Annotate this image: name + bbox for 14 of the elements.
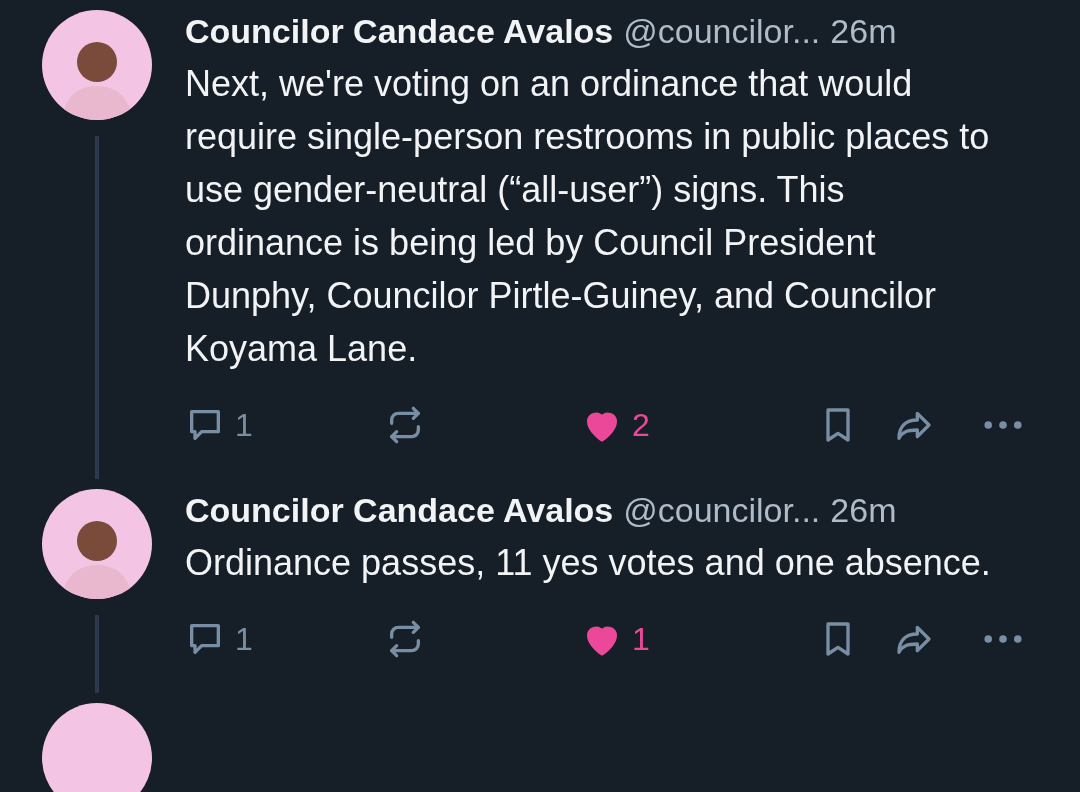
more-icon: [984, 420, 1022, 430]
author-name: Councilor Candace Avalos: [185, 491, 614, 530]
post-text: Next, we're voting on an ordinance that would require single-person restrooms in public places to use gender-neutral (“all-user”) signs. This ordinance is being led by Council President Dunphy, Councilor Pirtle-Guiney, and Councilor Koyama Lane.: [185, 62, 991, 371]
like-button[interactable]: 2: [582, 405, 818, 445]
like-button[interactable]: 1: [582, 619, 818, 659]
author-handle: @councilor...: [623, 491, 821, 530]
reply-button[interactable]: 1: [185, 405, 385, 445]
author-name: Councilor Candace Avalos: [185, 12, 614, 51]
more-icon: [984, 634, 1022, 644]
reply-button[interactable]: 1: [185, 619, 385, 659]
author-handle: @councilor...: [623, 12, 821, 51]
post-time: 26m: [830, 491, 897, 530]
post-time: 26m: [830, 12, 897, 51]
post-text: Ordinance passes, 11 yes votes and one absence.: [185, 541, 992, 585]
